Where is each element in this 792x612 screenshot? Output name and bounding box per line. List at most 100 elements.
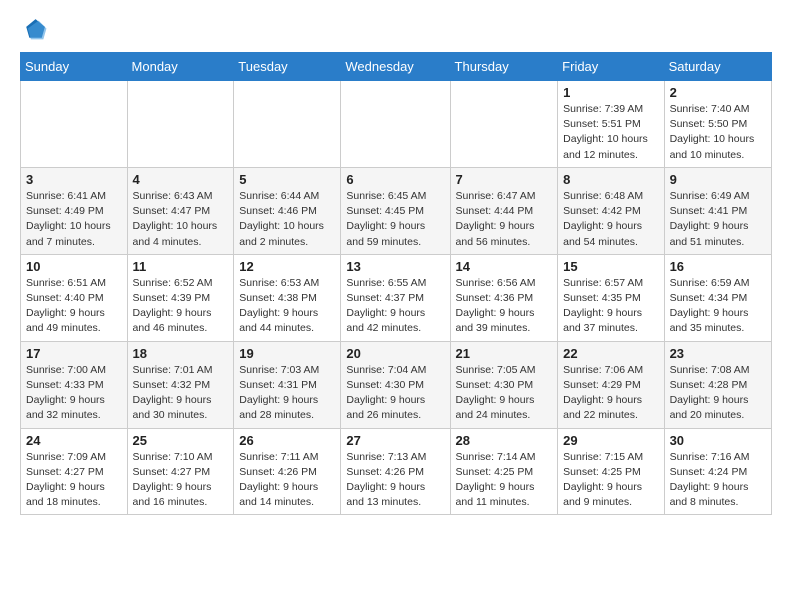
calendar-cell: 30 Sunrise: 7:16 AMSunset: 4:24 PMDayligh… bbox=[664, 428, 771, 515]
calendar-cell: 18 Sunrise: 7:01 AMSunset: 4:32 PMDayligh… bbox=[127, 341, 234, 428]
day-number: 19 bbox=[239, 346, 335, 361]
calendar-cell: 29Sunrise: 7:15 AMSunset: 4:25 PMDayligh… bbox=[558, 428, 664, 515]
day-number: 23 bbox=[670, 346, 766, 361]
day-number: 14 bbox=[456, 259, 553, 274]
day-number: 5 bbox=[239, 172, 335, 187]
calendar-cell bbox=[21, 81, 128, 168]
day-number: 3 bbox=[26, 172, 122, 187]
day-number: 2 bbox=[670, 85, 766, 100]
calendar-cell bbox=[341, 81, 450, 168]
calendar-header-monday: Monday bbox=[127, 53, 234, 81]
calendar-week-row: 17 Sunrise: 7:00 AMSunset: 4:33 PMDayligh… bbox=[21, 341, 772, 428]
calendar-header-tuesday: Tuesday bbox=[234, 53, 341, 81]
page: SundayMondayTuesdayWednesdayThursdayFrid… bbox=[0, 0, 792, 525]
day-number: 17 bbox=[26, 346, 122, 361]
day-number: 15 bbox=[563, 259, 658, 274]
day-number: 12 bbox=[239, 259, 335, 274]
day-info: Sunrise: 7:09 AMSunset: 4:27 PMDaylight:… bbox=[26, 450, 122, 511]
day-info: Sunrise: 6:55 AMSunset: 4:37 PMDaylight:… bbox=[346, 276, 444, 337]
day-info: Sunrise: 7:03 AMSunset: 4:31 PMDaylight:… bbox=[239, 363, 335, 424]
day-info: Sunrise: 6:53 AMSunset: 4:38 PMDaylight:… bbox=[239, 276, 335, 337]
calendar-cell bbox=[450, 81, 558, 168]
day-info: Sunrise: 6:56 AMSunset: 4:36 PMDaylight:… bbox=[456, 276, 553, 337]
calendar-header-wednesday: Wednesday bbox=[341, 53, 450, 81]
calendar-cell: 9 Sunrise: 6:49 AMSunset: 4:41 PMDaylight… bbox=[664, 167, 771, 254]
calendar-cell: 7Sunrise: 6:47 AMSunset: 4:44 PMDaylight… bbox=[450, 167, 558, 254]
day-info: Sunrise: 6:52 AMSunset: 4:39 PMDaylight:… bbox=[133, 276, 229, 337]
calendar-header-thursday: Thursday bbox=[450, 53, 558, 81]
calendar-header-row: SundayMondayTuesdayWednesdayThursdayFrid… bbox=[21, 53, 772, 81]
day-info: Sunrise: 7:16 AMSunset: 4:24 PMDaylight:… bbox=[670, 450, 766, 511]
calendar-week-row: 10Sunrise: 6:51 AMSunset: 4:40 PMDayligh… bbox=[21, 254, 772, 341]
calendar-header-sunday: Sunday bbox=[21, 53, 128, 81]
day-number: 16 bbox=[670, 259, 766, 274]
day-number: 21 bbox=[456, 346, 553, 361]
day-number: 30 bbox=[670, 433, 766, 448]
calendar-cell: 17 Sunrise: 7:00 AMSunset: 4:33 PMDayligh… bbox=[21, 341, 128, 428]
calendar-table: SundayMondayTuesdayWednesdayThursdayFrid… bbox=[20, 52, 772, 515]
calendar-week-row: 24 Sunrise: 7:09 AMSunset: 4:27 PMDayligh… bbox=[21, 428, 772, 515]
calendar-cell: 3 Sunrise: 6:41 AMSunset: 4:49 PMDaylight… bbox=[21, 167, 128, 254]
calendar-cell: 14 Sunrise: 6:56 AMSunset: 4:36 PMDayligh… bbox=[450, 254, 558, 341]
calendar-cell: 19 Sunrise: 7:03 AMSunset: 4:31 PMDayligh… bbox=[234, 341, 341, 428]
day-number: 10 bbox=[26, 259, 122, 274]
day-number: 27 bbox=[346, 433, 444, 448]
calendar-cell: 20 Sunrise: 7:04 AMSunset: 4:30 PMDayligh… bbox=[341, 341, 450, 428]
day-info: Sunrise: 7:13 AMSunset: 4:26 PMDaylight:… bbox=[346, 450, 444, 511]
calendar-cell: 13Sunrise: 6:55 AMSunset: 4:37 PMDayligh… bbox=[341, 254, 450, 341]
header bbox=[20, 16, 772, 44]
day-info: Sunrise: 7:08 AMSunset: 4:28 PMDaylight:… bbox=[670, 363, 766, 424]
day-number: 24 bbox=[26, 433, 122, 448]
calendar-cell: 28Sunrise: 7:14 AMSunset: 4:25 PMDayligh… bbox=[450, 428, 558, 515]
calendar-cell: 16 Sunrise: 6:59 AMSunset: 4:34 PMDayligh… bbox=[664, 254, 771, 341]
day-info: Sunrise: 6:41 AMSunset: 4:49 PMDaylight:… bbox=[26, 189, 122, 250]
calendar-cell: 11Sunrise: 6:52 AMSunset: 4:39 PMDayligh… bbox=[127, 254, 234, 341]
day-info: Sunrise: 7:39 AMSunset: 5:51 PMDaylight:… bbox=[563, 102, 658, 163]
day-info: Sunrise: 6:49 AMSunset: 4:41 PMDaylight:… bbox=[670, 189, 766, 250]
day-number: 25 bbox=[133, 433, 229, 448]
day-info: Sunrise: 7:11 AMSunset: 4:26 PMDaylight:… bbox=[239, 450, 335, 511]
day-info: Sunrise: 7:05 AMSunset: 4:30 PMDaylight:… bbox=[456, 363, 553, 424]
day-info: Sunrise: 6:47 AMSunset: 4:44 PMDaylight:… bbox=[456, 189, 553, 250]
day-info: Sunrise: 7:04 AMSunset: 4:30 PMDaylight:… bbox=[346, 363, 444, 424]
day-info: Sunrise: 7:00 AMSunset: 4:33 PMDaylight:… bbox=[26, 363, 122, 424]
day-info: Sunrise: 6:45 AMSunset: 4:45 PMDaylight:… bbox=[346, 189, 444, 250]
day-info: Sunrise: 6:44 AMSunset: 4:46 PMDaylight:… bbox=[239, 189, 335, 250]
calendar-cell bbox=[127, 81, 234, 168]
day-info: Sunrise: 6:48 AMSunset: 4:42 PMDaylight:… bbox=[563, 189, 658, 250]
day-info: Sunrise: 7:40 AMSunset: 5:50 PMDaylight:… bbox=[670, 102, 766, 163]
day-info: Sunrise: 7:01 AMSunset: 4:32 PMDaylight:… bbox=[133, 363, 229, 424]
calendar-week-row: 1Sunrise: 7:39 AMSunset: 5:51 PMDaylight… bbox=[21, 81, 772, 168]
calendar-header-saturday: Saturday bbox=[664, 53, 771, 81]
calendar-cell: 22Sunrise: 7:06 AMSunset: 4:29 PMDayligh… bbox=[558, 341, 664, 428]
calendar-cell: 25 Sunrise: 7:10 AMSunset: 4:27 PMDayligh… bbox=[127, 428, 234, 515]
day-number: 6 bbox=[346, 172, 444, 187]
day-info: Sunrise: 6:43 AMSunset: 4:47 PMDaylight:… bbox=[133, 189, 229, 250]
logo-icon bbox=[20, 16, 48, 44]
calendar-cell: 23 Sunrise: 7:08 AMSunset: 4:28 PMDayligh… bbox=[664, 341, 771, 428]
calendar-cell: 5 Sunrise: 6:44 AMSunset: 4:46 PMDaylight… bbox=[234, 167, 341, 254]
calendar-week-row: 3 Sunrise: 6:41 AMSunset: 4:49 PMDaylight… bbox=[21, 167, 772, 254]
day-info: Sunrise: 7:14 AMSunset: 4:25 PMDaylight:… bbox=[456, 450, 553, 511]
calendar-cell: 10Sunrise: 6:51 AMSunset: 4:40 PMDayligh… bbox=[21, 254, 128, 341]
calendar-cell: 26 Sunrise: 7:11 AMSunset: 4:26 PMDayligh… bbox=[234, 428, 341, 515]
day-number: 8 bbox=[563, 172, 658, 187]
day-info: Sunrise: 6:59 AMSunset: 4:34 PMDaylight:… bbox=[670, 276, 766, 337]
calendar-cell: 24 Sunrise: 7:09 AMSunset: 4:27 PMDayligh… bbox=[21, 428, 128, 515]
day-number: 22 bbox=[563, 346, 658, 361]
calendar-cell: 8 Sunrise: 6:48 AMSunset: 4:42 PMDaylight… bbox=[558, 167, 664, 254]
day-info: Sunrise: 7:15 AMSunset: 4:25 PMDaylight:… bbox=[563, 450, 658, 511]
day-number: 26 bbox=[239, 433, 335, 448]
calendar-cell: 1Sunrise: 7:39 AMSunset: 5:51 PMDaylight… bbox=[558, 81, 664, 168]
day-info: Sunrise: 7:10 AMSunset: 4:27 PMDaylight:… bbox=[133, 450, 229, 511]
day-number: 18 bbox=[133, 346, 229, 361]
calendar-cell bbox=[234, 81, 341, 168]
day-number: 9 bbox=[670, 172, 766, 187]
day-number: 20 bbox=[346, 346, 444, 361]
calendar-cell: 6 Sunrise: 6:45 AMSunset: 4:45 PMDaylight… bbox=[341, 167, 450, 254]
calendar-cell: 4Sunrise: 6:43 AMSunset: 4:47 PMDaylight… bbox=[127, 167, 234, 254]
logo bbox=[20, 16, 52, 44]
calendar-cell: 27 Sunrise: 7:13 AMSunset: 4:26 PMDayligh… bbox=[341, 428, 450, 515]
calendar-cell: 15Sunrise: 6:57 AMSunset: 4:35 PMDayligh… bbox=[558, 254, 664, 341]
calendar-header-friday: Friday bbox=[558, 53, 664, 81]
